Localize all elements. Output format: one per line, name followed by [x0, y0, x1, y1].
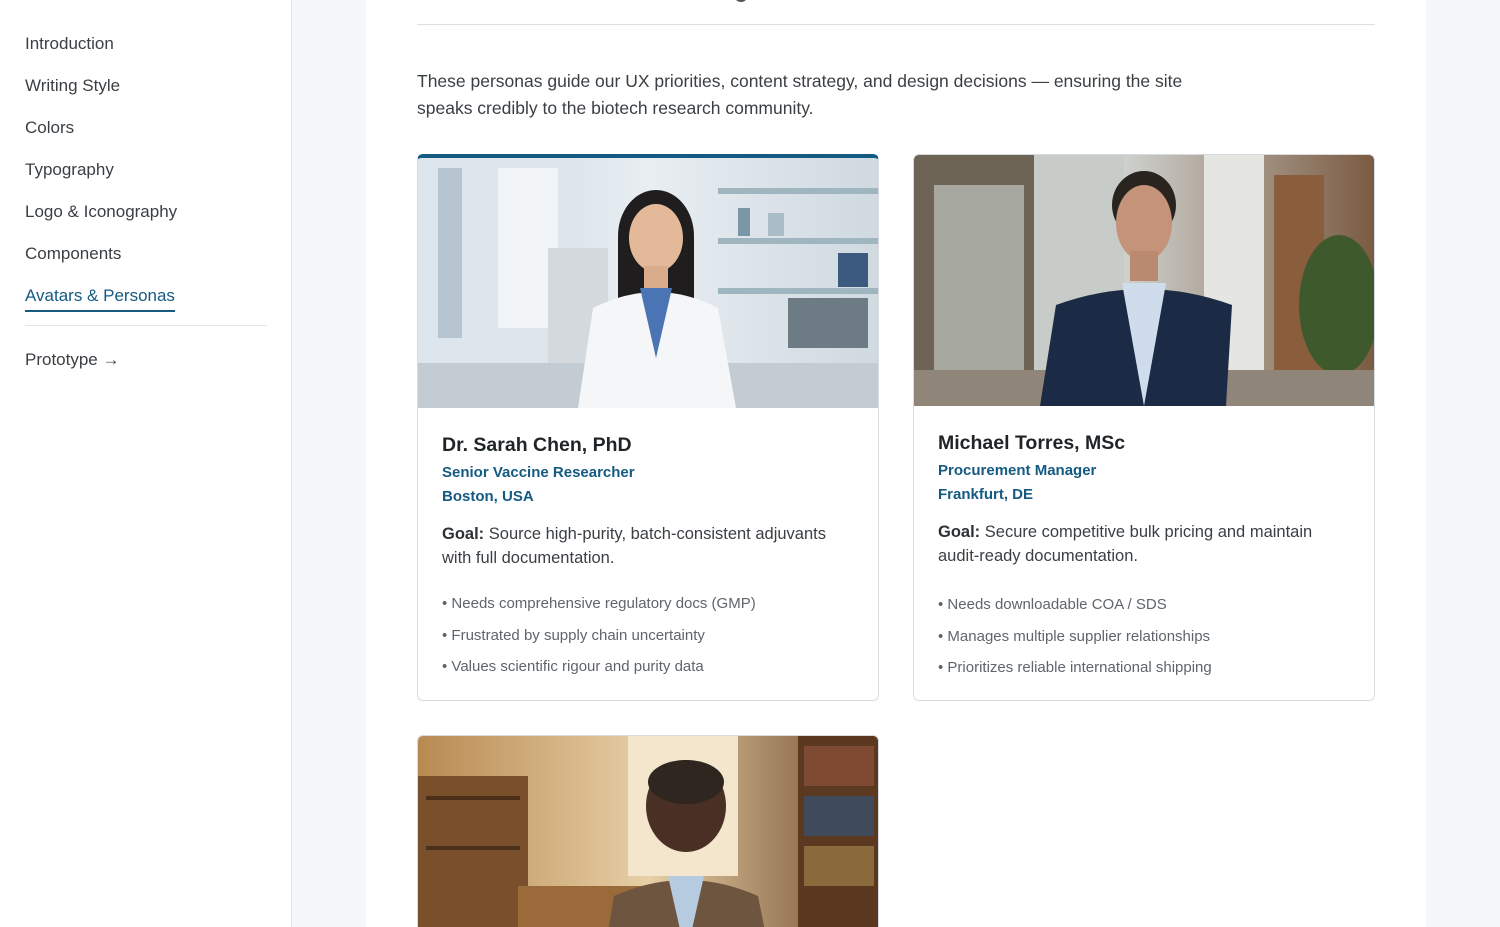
- persona-card: Dr. Sarah Chen, PhD Senior Vaccine Resea…: [417, 154, 879, 701]
- sidebar-item-introduction[interactable]: Introduction: [0, 31, 291, 73]
- sidebar-item-components[interactable]: Components: [0, 241, 291, 283]
- sidebar-item-colors[interactable]: Colors: [0, 115, 291, 157]
- sidebar-item-label: Writing Style: [25, 76, 121, 95]
- persona-card-body: Michael Torres, MSc Procurement Manager …: [914, 406, 1374, 684]
- sidebar-divider: [25, 325, 267, 326]
- persona-photo-office-icon: [914, 155, 1374, 406]
- sidebar-nav: Introduction Writing Style Colors Typogr…: [0, 0, 291, 325]
- persona-point: Values scientific rigour and purity data: [442, 651, 854, 683]
- sidebar-item-label: Typography: [25, 160, 114, 179]
- persona-location: Frankfurt, DE: [938, 485, 1034, 503]
- persona-point: Manages multiple supplier relationships: [938, 621, 1350, 653]
- intro-paragraph: These personas guide our UX priorities, …: [417, 71, 1183, 118]
- persona-points: Needs downloadable COA / SDS Manages mul…: [938, 589, 1350, 684]
- persona-goal: Goal: Source high-purity, batch-consiste…: [442, 523, 854, 570]
- persona-points: Needs comprehensive regulatory docs (GMP…: [442, 588, 854, 683]
- section-heading-fragment: [734, 0, 748, 2]
- sidebar-item-label: Components: [25, 244, 122, 263]
- persona-point: Needs downloadable COA / SDS: [938, 589, 1350, 621]
- persona-location: Boston, USA: [442, 487, 534, 505]
- sidebar-item-label: Introduction: [25, 34, 114, 53]
- persona-card: Michael Torres, MSc Procurement Manager …: [913, 154, 1375, 701]
- persona-goal-text: Source high-purity, batch-consistent adj…: [442, 525, 826, 567]
- persona-name: Michael Torres, MSc: [938, 432, 1126, 454]
- persona-goal-label: Goal:: [442, 525, 485, 543]
- persona-card-body: Dr. Sarah Chen, PhD Senior Vaccine Resea…: [418, 408, 878, 683]
- persona-goal-label: Goal:: [938, 523, 981, 541]
- persona-photo-lab-icon: [418, 158, 878, 408]
- sidebar-link-prototype[interactable]: Prototype →: [0, 348, 291, 372]
- persona-role: Senior Vaccine Researcher: [442, 464, 635, 481]
- sidebar-item-avatars-personas[interactable]: Avatars & Personas: [0, 283, 291, 325]
- persona-photo-library-icon: [418, 736, 878, 927]
- sidebar-item-label: Logo & Iconography: [25, 202, 178, 221]
- persona-role: Procurement Manager: [938, 462, 1097, 479]
- main-content: These personas guide our UX priorities, …: [366, 0, 1426, 927]
- sidebar-item-label: Colors: [25, 118, 75, 137]
- persona-card: [417, 735, 879, 927]
- persona-goal: Goal: Secure competitive bulk pricing an…: [938, 521, 1350, 568]
- persona-name: Dr. Sarah Chen, PhD: [442, 434, 632, 456]
- persona-point: Prioritizes reliable international shipp…: [938, 652, 1350, 684]
- persona-point: Frustrated by supply chain uncertainty: [442, 620, 854, 652]
- sidebar-item-writing-style[interactable]: Writing Style: [0, 73, 291, 115]
- persona-goal-text: Secure competitive bulk pricing and main…: [938, 523, 1313, 565]
- sidebar-item-typography[interactable]: Typography: [0, 157, 291, 199]
- heading-divider: [417, 24, 1375, 25]
- sidebar-item-logo-iconography[interactable]: Logo & Iconography: [0, 199, 291, 241]
- sidebar: Introduction Writing Style Colors Typogr…: [0, 0, 292, 927]
- persona-point: Needs comprehensive regulatory docs (GMP…: [442, 588, 854, 620]
- sidebar-item-label: Avatars & Personas: [25, 283, 175, 312]
